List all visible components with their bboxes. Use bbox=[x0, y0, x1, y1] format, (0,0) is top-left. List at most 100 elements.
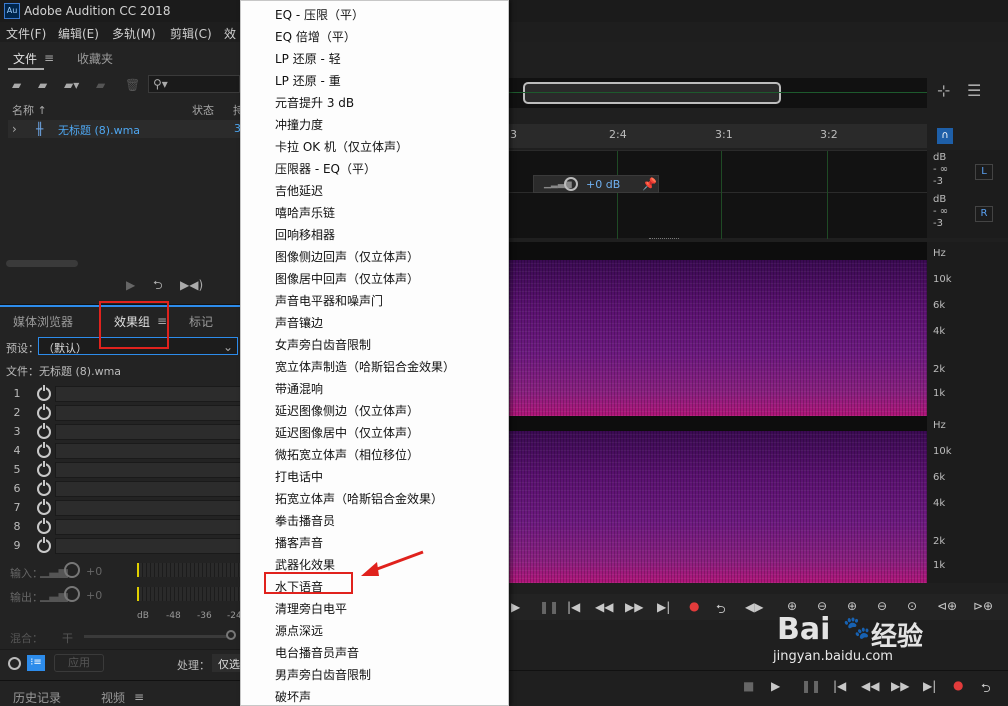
insert-icon[interactable]: ▰ bbox=[96, 78, 105, 92]
channel-r-button[interactable]: R bbox=[975, 206, 993, 222]
effect-slot[interactable]: 4 bbox=[9, 442, 245, 460]
power-icon[interactable] bbox=[37, 423, 51, 439]
menu-item[interactable]: 男声旁白齿音限制 bbox=[275, 666, 371, 683]
timeline-ruler[interactable]: 3 2:4 3:1 3:2 bbox=[509, 124, 927, 148]
menu-edit[interactable]: 编辑(E) bbox=[58, 25, 99, 42]
zoom-in-time-icon[interactable]: ⊕ bbox=[847, 599, 857, 613]
rewind-icon[interactable]: ◀◀ bbox=[595, 600, 613, 614]
panel-menu-icon[interactable]: ≡ bbox=[134, 690, 144, 704]
menu-multitrack[interactable]: 多轨(M) bbox=[112, 25, 156, 42]
slot-field[interactable] bbox=[55, 443, 245, 459]
slot-field[interactable] bbox=[55, 500, 245, 516]
apply-button[interactable]: 应用 bbox=[54, 654, 104, 672]
process-dropdown[interactable]: 仅选 bbox=[212, 654, 240, 672]
mix-slider-handle[interactable] bbox=[226, 630, 236, 640]
menu-item[interactable]: 武器化效果 bbox=[275, 556, 335, 573]
menu-item[interactable]: 拓宽立体声（哈斯铝合金效果） bbox=[275, 490, 443, 507]
zoom-navigator[interactable] bbox=[523, 82, 781, 104]
delete-icon[interactable]: 🗑 bbox=[125, 78, 140, 92]
menu-item[interactable]: 播客声音 bbox=[275, 534, 323, 551]
go-to-end-icon[interactable]: ▶| bbox=[923, 679, 936, 693]
effect-slot[interactable]: 1 bbox=[9, 385, 245, 403]
power-icon[interactable] bbox=[37, 537, 51, 553]
tab-markers[interactable]: 标记 bbox=[189, 313, 213, 330]
record-icon[interactable]: ● bbox=[953, 678, 963, 692]
effect-slot[interactable]: 3 bbox=[9, 423, 245, 441]
tab-video[interactable]: 视频 bbox=[101, 689, 125, 706]
go-to-end-icon[interactable]: ▶| bbox=[657, 600, 670, 614]
menu-clip[interactable]: 剪辑(C) bbox=[170, 25, 212, 42]
loop-icon[interactable]: ⮌ bbox=[153, 278, 163, 292]
menu-item[interactable]: 元音提升 3 dB bbox=[275, 94, 354, 111]
menu-file[interactable]: 文件(F) bbox=[6, 25, 46, 42]
pause-icon[interactable]: ❚❚ bbox=[801, 679, 821, 693]
tab-favorites[interactable]: 收藏夹 bbox=[77, 50, 113, 67]
tab-media-browser[interactable]: 媒体浏览器 bbox=[13, 313, 73, 330]
panel-menu-icon[interactable]: ≡ bbox=[44, 51, 54, 65]
pause-icon[interactable]: ❚❚ bbox=[539, 600, 559, 614]
power-icon[interactable] bbox=[37, 480, 51, 496]
new-file-icon[interactable]: ▰▾ bbox=[64, 78, 79, 92]
menu-item[interactable]: 嘻哈声乐链 bbox=[275, 204, 335, 221]
menu-item[interactable]: 微拓宽立体声（相位移位） bbox=[275, 446, 419, 463]
menu-item[interactable]: 声音电平器和噪声门 bbox=[275, 292, 383, 309]
menu-item[interactable]: 卡拉 OK 机（仅立体声） bbox=[275, 138, 408, 155]
menu-item[interactable]: 清理旁白电平 bbox=[275, 600, 347, 617]
tab-history[interactable]: 历史记录 bbox=[13, 689, 61, 706]
effect-slot[interactable]: 6 bbox=[9, 480, 245, 498]
mix-slider[interactable] bbox=[84, 635, 234, 638]
slot-field[interactable] bbox=[55, 386, 245, 402]
play-icon[interactable]: ▶ bbox=[771, 679, 780, 693]
menu-item[interactable]: EQ - 压限（平） bbox=[275, 6, 364, 23]
zoom-out-time-icon[interactable]: ⊖ bbox=[877, 599, 887, 613]
zoom-in-amplitude-icon[interactable]: ⊕ bbox=[787, 599, 797, 613]
expand-chevron-icon[interactable]: › bbox=[12, 122, 17, 136]
master-power-icon[interactable] bbox=[8, 657, 21, 670]
go-to-start-icon[interactable]: |◀ bbox=[567, 600, 580, 614]
menu-item[interactable]: 延迟图像居中（仅立体声） bbox=[275, 424, 419, 441]
autoplay-icon[interactable]: ▶◀) bbox=[180, 278, 203, 292]
slot-field[interactable] bbox=[55, 538, 245, 554]
tab-files[interactable]: 文件 bbox=[13, 50, 37, 67]
skip-selection-icon[interactable]: ◀▶ bbox=[745, 600, 763, 614]
menu-item[interactable]: 破坏声 bbox=[275, 688, 311, 705]
menu-item[interactable]: 源点深远 bbox=[275, 622, 323, 639]
magnet-icon[interactable]: ∩ bbox=[937, 128, 953, 144]
slot-field[interactable] bbox=[55, 519, 245, 535]
waveform-view[interactable]: ▁▂▃▅ +0 dB 📌 bbox=[509, 150, 927, 239]
menu-item[interactable]: 带通混响 bbox=[275, 380, 323, 397]
input-knob[interactable] bbox=[64, 562, 80, 578]
menu-item[interactable]: 拳击播音员 bbox=[275, 512, 335, 529]
zoom-navigator-icon[interactable]: ⊹ bbox=[937, 83, 950, 99]
menu-item[interactable]: EQ 倍增（平） bbox=[275, 28, 356, 45]
loop-icon[interactable]: ⮌ bbox=[981, 679, 991, 700]
list-icon[interactable]: ⁝≡ bbox=[27, 655, 45, 671]
menu-item[interactable]: 电台播音员声音 bbox=[275, 644, 359, 661]
menu-item[interactable]: 图像侧边回声（仅立体声） bbox=[275, 248, 419, 265]
fast-forward-icon[interactable]: ▶▶ bbox=[625, 600, 643, 614]
power-icon[interactable] bbox=[37, 442, 51, 458]
menu-item[interactable]: 冲撞力度 bbox=[275, 116, 323, 133]
spectrogram-right[interactable] bbox=[509, 431, 927, 583]
menu-item[interactable]: 压限器 - EQ（平） bbox=[275, 160, 376, 177]
slot-field[interactable] bbox=[55, 424, 245, 440]
horizontal-scrollbar[interactable] bbox=[6, 260, 78, 267]
menu-item[interactable]: 宽立体声制造（哈斯铝合金效果） bbox=[275, 358, 455, 375]
pin-icon[interactable]: 📌 bbox=[642, 177, 657, 191]
menu-lines-icon[interactable]: ☰ bbox=[967, 83, 981, 99]
search-input[interactable]: ⚲▾ bbox=[148, 75, 240, 93]
channel-l-button[interactable]: L bbox=[975, 164, 993, 180]
menu-item[interactable]: 延迟图像侧边（仅立体声） bbox=[275, 402, 419, 419]
menu-item[interactable]: 回响移相器 bbox=[275, 226, 335, 243]
file-row[interactable]: › ╫ 无标题 (8).wma 3 bbox=[8, 120, 241, 138]
rewind-icon[interactable]: ◀◀ bbox=[861, 679, 879, 693]
power-icon[interactable] bbox=[37, 385, 51, 401]
stop-icon[interactable]: ■ bbox=[743, 679, 754, 693]
loop-icon[interactable]: ⮌ bbox=[716, 600, 726, 621]
column-name[interactable]: 名称 ↑ bbox=[12, 102, 47, 118]
menu-item[interactable]: LP 还原 - 轻 bbox=[275, 50, 341, 67]
zoom-selection-icon[interactable]: ⊳⊕ bbox=[973, 599, 993, 613]
output-knob[interactable] bbox=[64, 586, 80, 602]
menu-item[interactable]: LP 还原 - 重 bbox=[275, 72, 341, 89]
menu-item[interactable]: 打电话中 bbox=[275, 468, 323, 485]
